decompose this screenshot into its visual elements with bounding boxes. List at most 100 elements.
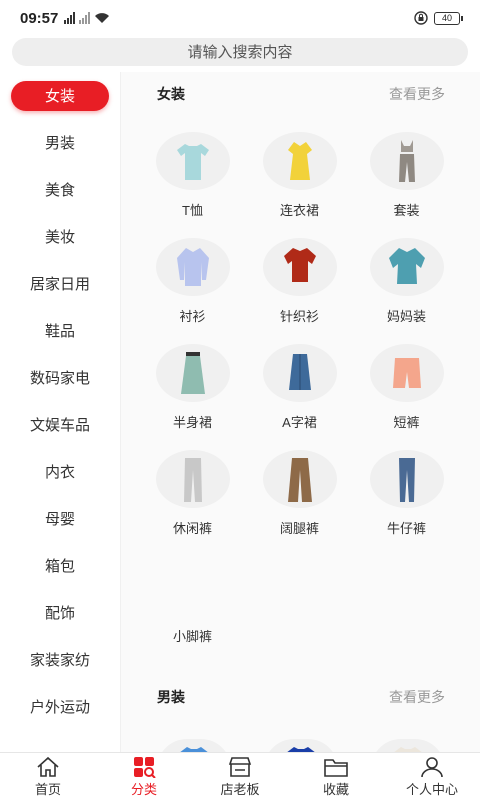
section-men: 男装 查看更多: [121, 675, 480, 752]
home-icon: [37, 756, 59, 777]
dress-icon: [287, 142, 312, 180]
sidebar-item-home-daily[interactable]: 居家日用: [0, 260, 120, 307]
casual-pants-thumbnail: [155, 450, 230, 508]
subcategory-label: 阔腿裤: [279, 521, 319, 536]
nav-profile[interactable]: 个人中心: [384, 753, 480, 800]
rotation-lock-icon: [414, 11, 428, 25]
bottom-nav: 首页 分类 店老板 收藏 个人中心: [0, 752, 480, 800]
sidebar-item-label: 美妆: [44, 229, 75, 246]
wifi-icon: [95, 13, 110, 23]
knit-icon: [283, 248, 316, 282]
sidebar-item-label: 鞋品: [44, 323, 75, 340]
subcategory-jeans[interactable]: 牛仔裤: [353, 450, 460, 556]
sidebar-item-food[interactable]: 美食: [0, 166, 120, 213]
signal-icon: [64, 12, 76, 24]
sidebar-item-shoes[interactable]: 鞋品: [0, 307, 120, 354]
sidebar-item-label: 家装家纺: [29, 652, 90, 669]
men-thumbnail[interactable]: [157, 739, 231, 752]
sidebar-item-electronics[interactable]: 数码家电: [0, 354, 120, 401]
sidebar-item-label: 居家日用: [29, 276, 90, 293]
sidebar-item-men[interactable]: 男装: [0, 119, 120, 166]
nav-home[interactable]: 首页: [0, 753, 96, 800]
set-thumbnail: [369, 132, 444, 190]
category-content: 女装 查看更多 T恤 连衣裙 套装 衬衫 针织衫 妈妈装 半身裙 A字裙 短裤 …: [121, 72, 480, 752]
sidebar-item-label: 美食: [44, 182, 75, 199]
sidebar-item-baby[interactable]: 母婴: [0, 495, 120, 542]
status-time: 09:57: [20, 9, 59, 27]
section-header-men: 男装 查看更多: [121, 677, 480, 717]
subcategory-dress[interactable]: 连衣裙: [246, 132, 353, 238]
nav-label: 首页: [34, 781, 61, 797]
subcategory-mom-wear[interactable]: 妈妈装: [353, 238, 460, 344]
search-input[interactable]: [12, 38, 468, 66]
sidebar-item-label: 母婴: [44, 511, 75, 528]
status-right: 40: [414, 11, 463, 25]
subcategory-tshirt[interactable]: T恤: [139, 132, 246, 238]
shorts-icon: [392, 358, 421, 388]
sidebar-item-accessories[interactable]: 配饰: [0, 589, 120, 636]
subcategory-skinny-pants[interactable]: 小脚裤: [139, 626, 246, 645]
subcategory-casual-pants[interactable]: 休闲裤: [139, 450, 246, 556]
subcategory-grid: T恤 连衣裙 套装 衬衫 针织衫 妈妈装 半身裙 A字裙 短裤 休闲裤 阔腿裤 …: [121, 132, 480, 556]
subcategory-a-line-skirt[interactable]: A字裙: [246, 344, 353, 450]
subcategory-label: 半身裙: [172, 415, 212, 430]
sidebar-item-label: 男装: [44, 135, 75, 152]
see-more-link[interactable]: 查看更多: [389, 687, 445, 707]
battery-icon: 40: [434, 11, 463, 25]
sidebar-item-entertainment-auto[interactable]: 文娱车品: [0, 401, 120, 448]
blouse-thumbnail: [369, 238, 444, 296]
see-more-link[interactable]: 查看更多: [389, 84, 445, 104]
nav-favorites[interactable]: 收藏: [288, 753, 384, 800]
jeans-icon: [398, 458, 415, 502]
sidebar-item-beauty[interactable]: 美妆: [0, 213, 120, 260]
sidebar-item-underwear[interactable]: 内衣: [0, 448, 120, 495]
sidebar-item-outdoor[interactable]: 户外运动: [0, 683, 120, 730]
shirt-icon: [176, 248, 209, 286]
store-icon: [228, 756, 252, 777]
nav-label: 收藏: [322, 781, 349, 797]
tshirt-icon: [180, 747, 208, 752]
aline-skirt-icon: [288, 354, 311, 390]
aline-skirt-thumbnail: [262, 344, 337, 402]
nav-label: 店老板: [220, 781, 260, 797]
user-icon: [421, 756, 443, 777]
subcategory-wide-pants[interactable]: 阔腿裤: [246, 450, 353, 556]
subcategory-label: 休闲裤: [172, 521, 212, 536]
category-sidebar: 女装 男装 美食 美妆 居家日用 鞋品 数码家电 文娱车品 内衣 母婴 箱包 配…: [0, 72, 120, 752]
subcategory-label: 套装: [393, 203, 420, 218]
subcategory-label: 妈妈装: [386, 309, 426, 324]
status-icons: [64, 12, 110, 24]
set-icon: [398, 140, 415, 182]
subcategory-label: A字裙: [282, 415, 317, 430]
tshirt-icon: [287, 747, 315, 752]
shirt-icon: [394, 747, 422, 752]
men-thumbnail[interactable]: [264, 739, 338, 752]
section-title: 女装: [157, 86, 185, 102]
nav-category[interactable]: 分类: [96, 753, 192, 800]
sidebar-item-label: 户外运动: [29, 699, 90, 716]
sidebar-item-women[interactable]: 女装: [0, 72, 120, 119]
subcategory-knit[interactable]: 针织衫: [246, 238, 353, 344]
section-title: 男装: [157, 689, 185, 705]
shorts-thumbnail: [369, 344, 444, 402]
jeans-thumbnail: [369, 450, 444, 508]
search-bar[interactable]: [12, 38, 468, 66]
men-subcategory-preview: [121, 739, 480, 752]
nav-store[interactable]: 店老板: [192, 753, 288, 800]
sidebar-item-label: 箱包: [44, 558, 75, 575]
wide-pants-icon: [287, 458, 312, 502]
blouse-icon: [388, 248, 425, 284]
subcategory-skirt[interactable]: 半身裙: [139, 344, 246, 450]
subcategory-shirt[interactable]: 衬衫: [139, 238, 246, 344]
subcategory-set[interactable]: 套装: [353, 132, 460, 238]
sidebar-item-label: 数码家电: [29, 370, 90, 387]
subcategory-label: T恤: [182, 203, 203, 218]
sidebar-item-home-textiles[interactable]: 家装家纺: [0, 636, 120, 683]
men-thumbnail[interactable]: [371, 739, 445, 752]
subcategory-label: 针织衫: [279, 309, 319, 324]
section-header-women: 女装 查看更多: [121, 74, 480, 114]
sidebar-item-bags[interactable]: 箱包: [0, 542, 120, 589]
folder-icon: [324, 758, 348, 777]
subcategory-shorts[interactable]: 短裤: [353, 344, 460, 450]
subcategory-label: 连衣裙: [279, 203, 319, 218]
